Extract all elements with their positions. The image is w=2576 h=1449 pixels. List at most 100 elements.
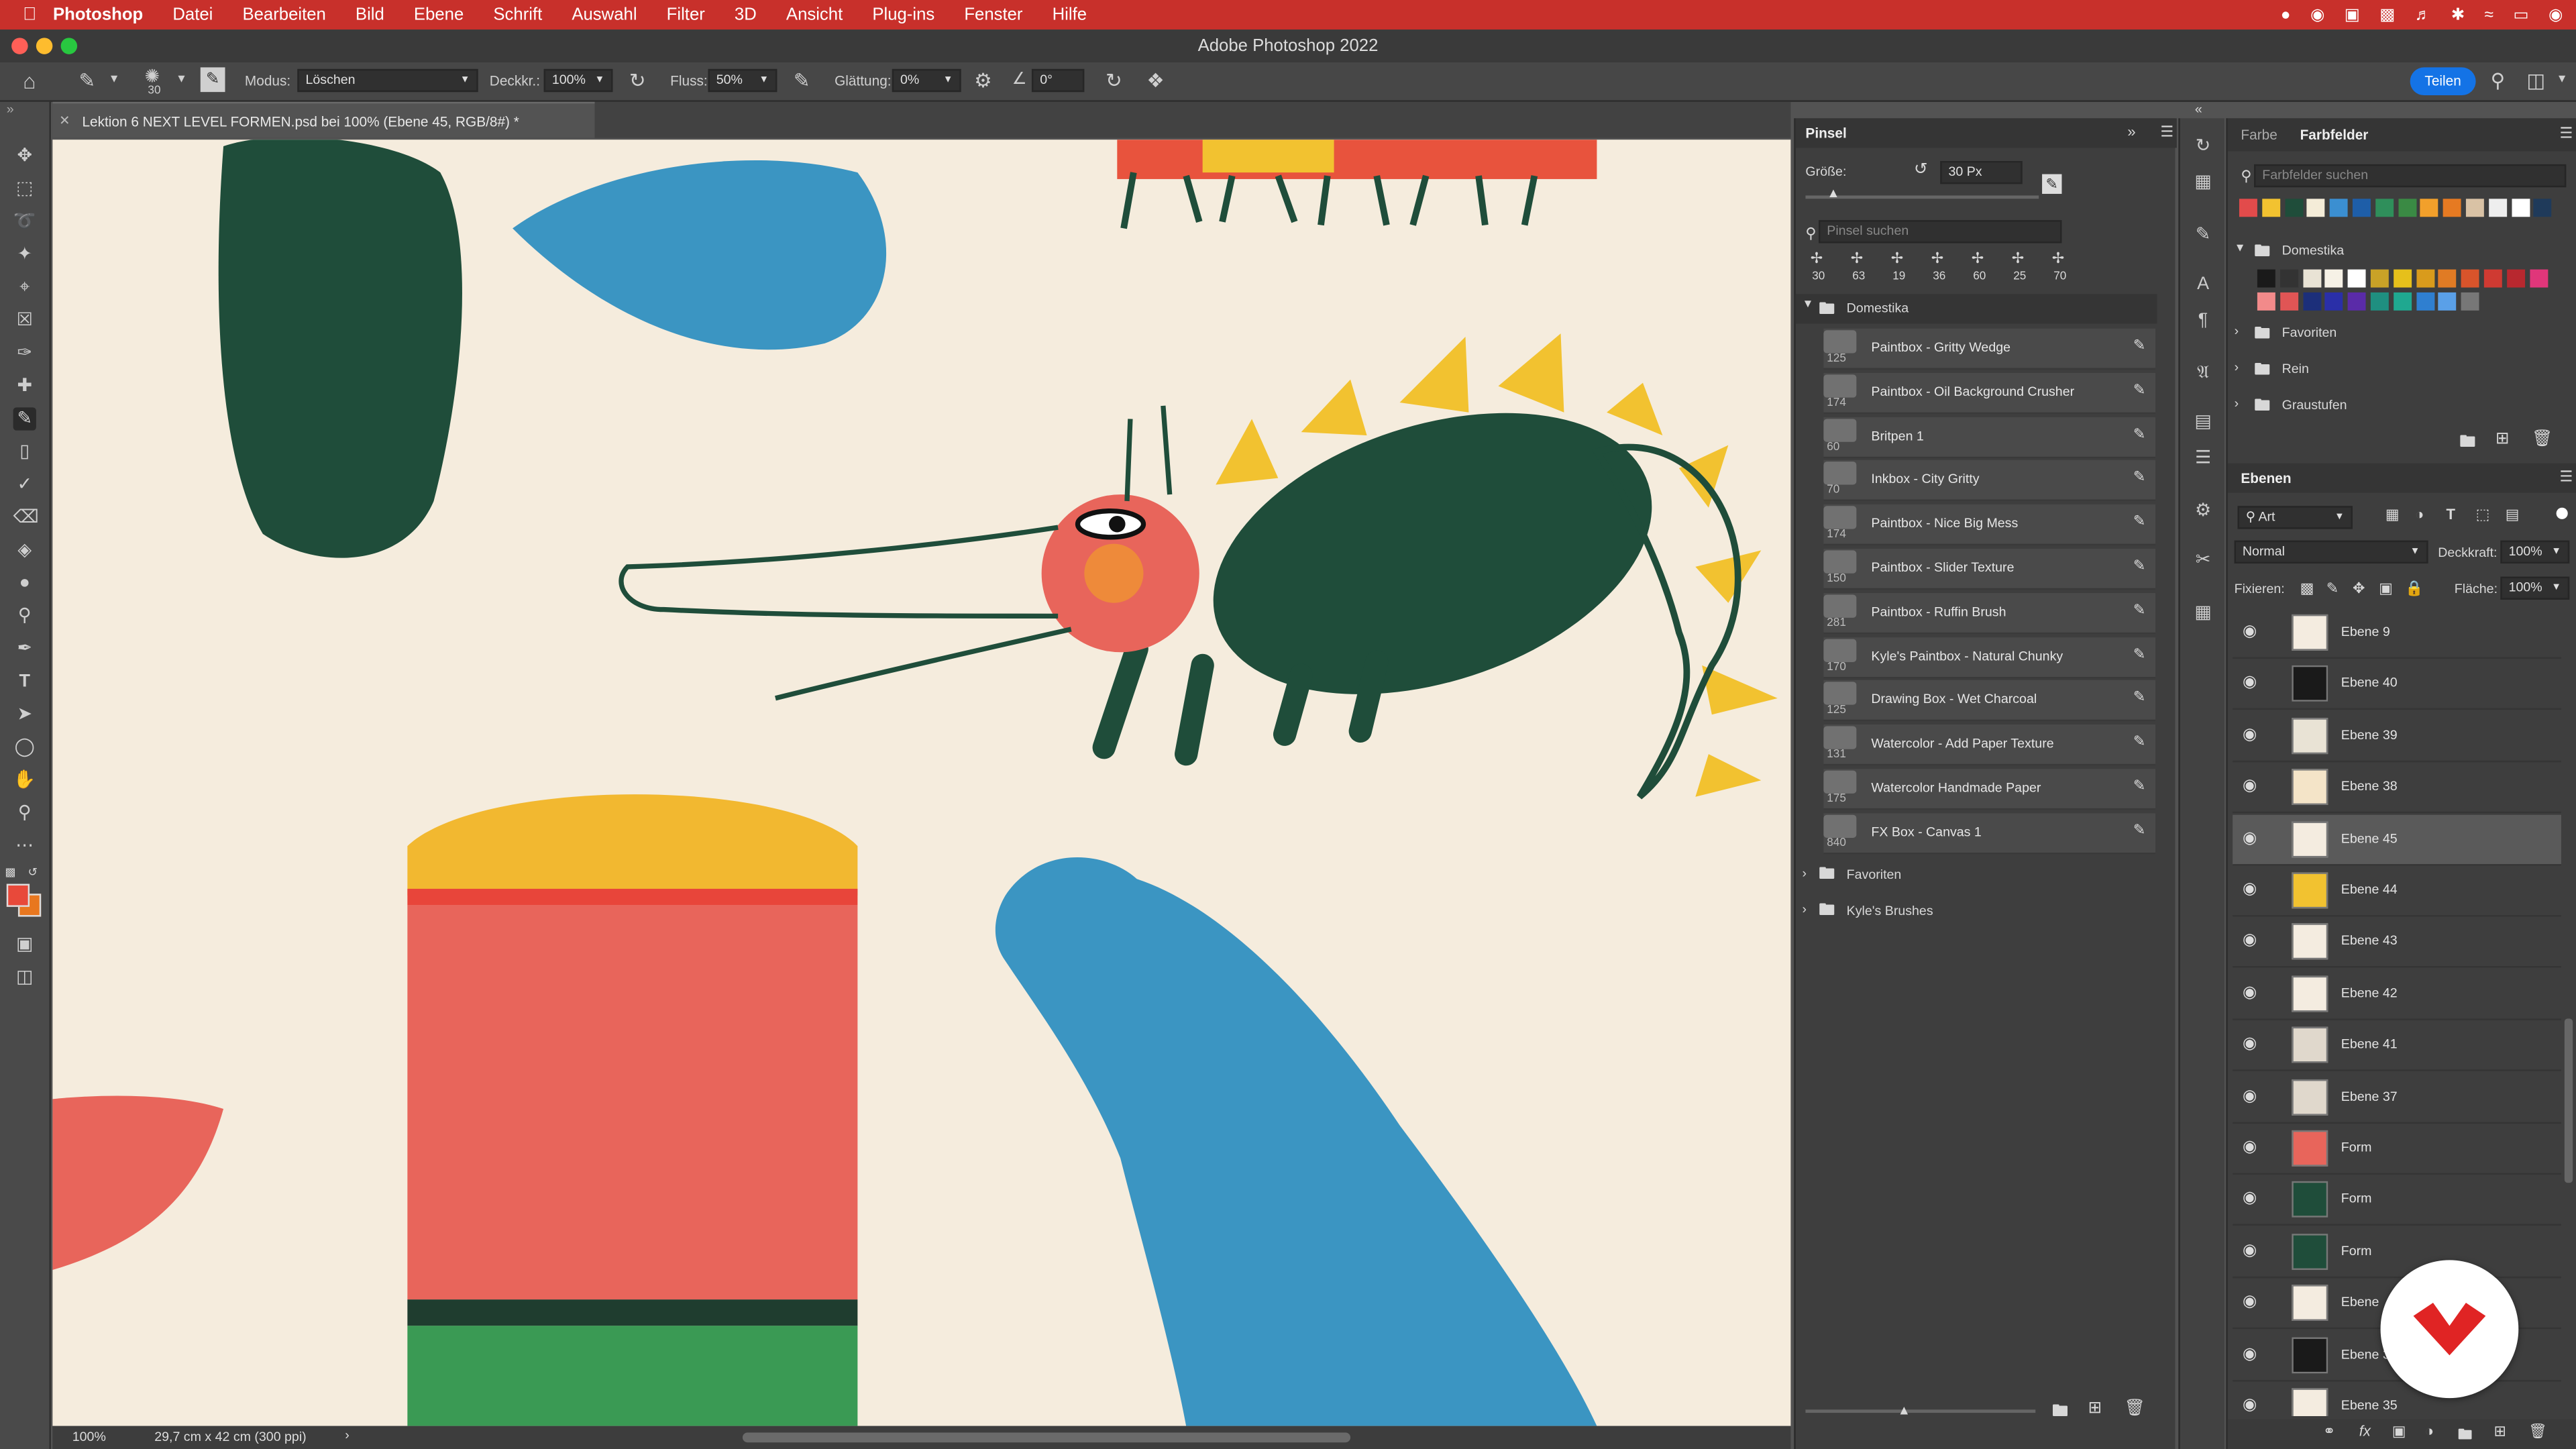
visibility-eye-icon[interactable]: ◉ xyxy=(2243,1397,2257,1415)
color-swatch[interactable] xyxy=(2284,199,2303,217)
color-swatch[interactable] xyxy=(2279,269,2298,288)
brush-edit-icon[interactable]: ✎ xyxy=(2133,381,2145,399)
recent-brush-preset[interactable]: ✢ 25 xyxy=(2006,250,2039,289)
size-field[interactable]: 30 Px xyxy=(1940,161,2023,184)
visibility-eye-icon[interactable]: ◉ xyxy=(2243,1345,2257,1363)
menu-item-hilfe[interactable]: Hilfe xyxy=(1053,5,1087,24)
new-group-icon[interactable]: 🖿 xyxy=(2459,431,2475,459)
eraser-tool-icon[interactable]: ⌫ xyxy=(13,506,39,529)
paragraph-icon[interactable]: ¶ xyxy=(2192,309,2214,331)
new-group-icon[interactable]: 🖿 xyxy=(2458,1423,2473,1449)
brush-edit-icon[interactable]: ✎ xyxy=(2133,425,2145,443)
visibility-eye-icon[interactable]: ◉ xyxy=(2243,1087,2257,1105)
swatch-group-favoriten[interactable]: › 🖿 Favoriten xyxy=(2235,322,2546,345)
brush-preset-row[interactable]: 150 Paintbox - Slider Texture ✎ xyxy=(1823,548,2156,590)
filter-type-icon[interactable]: T xyxy=(2447,506,2455,522)
color-swatch[interactable] xyxy=(2420,199,2439,217)
brush-edit-icon[interactable]: ✎ xyxy=(2133,469,2145,487)
lock-position-icon[interactable]: ✥ xyxy=(2353,580,2365,598)
layer-opacity-field[interactable]: 100% ▼ xyxy=(2500,540,2570,564)
wifi-icon[interactable]: ≈ xyxy=(2485,6,2493,24)
more-tools-icon[interactable]: ⋯ xyxy=(13,835,36,857)
add-mask-icon[interactable]: ▣ xyxy=(2392,1423,2406,1441)
frame-tool-icon[interactable]: ☒ xyxy=(13,309,36,331)
ellipse-tool-icon[interactable]: ◯ xyxy=(13,736,36,759)
color-swatch[interactable] xyxy=(2506,269,2525,288)
history-brush-tool-icon[interactable]: ✓ xyxy=(13,473,36,496)
panel-menu-icon[interactable]: ☰ xyxy=(2560,125,2573,143)
display-icon[interactable]: ▣ xyxy=(2345,6,2360,24)
brush-preset-row[interactable]: 131 Watercolor - Add Paper Texture ✎ xyxy=(1823,724,2156,766)
document-info[interactable]: 29,7 cm x 42 cm (300 ppi) xyxy=(154,1430,306,1444)
brush-tool-icon[interactable]: ✎ xyxy=(79,69,96,92)
battery-icon[interactable]: ▭ xyxy=(2513,6,2528,24)
workspace-icon[interactable]: ◫ xyxy=(2527,69,2546,92)
visibility-eye-icon[interactable]: ◉ xyxy=(2243,829,2257,847)
color-swatch[interactable] xyxy=(2302,292,2321,311)
expand-toolbar-icon[interactable]: » xyxy=(7,102,14,117)
menu-item-bearbeiten[interactable]: Bearbeiten xyxy=(242,5,325,24)
color-swatch[interactable] xyxy=(2370,292,2389,311)
paint-bucket-tool-icon[interactable]: ◈ xyxy=(13,539,36,561)
screen-mode-icon[interactable]: ◫ xyxy=(13,966,36,989)
color-swatch[interactable] xyxy=(2348,292,2366,311)
brush-edit-icon[interactable]: ✎ xyxy=(2133,645,2145,663)
filter-adjustment-icon[interactable]: ◑ xyxy=(2415,506,2424,522)
color-swatch[interactable] xyxy=(2398,199,2416,217)
recent-brush-preset[interactable]: ✢ 60 xyxy=(1966,250,1999,289)
filter-toggle[interactable] xyxy=(2556,507,2568,519)
folder-kyles-brushes[interactable]: › 🖿 Kyle's Brushes xyxy=(1796,894,2157,926)
brush-edit-icon[interactable]: ✎ xyxy=(2133,337,2145,355)
brush-preset-row[interactable]: 60 Britpen 1 ✎ xyxy=(1823,417,2156,458)
menu-item-bild[interactable]: Bild xyxy=(356,5,384,24)
color-swatch[interactable] xyxy=(2257,269,2275,288)
color-swatch[interactable] xyxy=(2375,199,2394,217)
thumbnail-size-slider[interactable] xyxy=(1805,1409,2036,1413)
tab-farbfelder[interactable]: Farbfelder xyxy=(2300,127,2369,143)
visibility-eye-icon[interactable]: ◉ xyxy=(2243,1190,2257,1208)
share-button[interactable]: Teilen xyxy=(2410,67,2476,96)
visibility-eye-icon[interactable]: ◉ xyxy=(2243,674,2257,692)
color-swatch[interactable] xyxy=(2261,199,2280,217)
brush-edit-icon[interactable]: ✎ xyxy=(2133,689,2145,707)
swatch-group-graustufen[interactable]: › 🖿 Graustufen xyxy=(2235,394,2546,417)
crop-tool-icon[interactable]: ⌖ xyxy=(13,276,36,299)
window-zoom-button[interactable] xyxy=(60,38,78,54)
recent-brush-preset[interactable]: ✢ 19 xyxy=(1886,250,1919,289)
brush-preset-icon[interactable]: ✺ xyxy=(145,66,160,87)
brush-preset-row[interactable]: 170 Kyle's Paintbox - Natural Chunky ✎ xyxy=(1823,637,2156,678)
lock-pixels-icon[interactable]: ✎ xyxy=(2326,580,2339,598)
brush-preset-row[interactable]: 125 Drawing Box - Wet Charcoal ✎ xyxy=(1823,680,2156,722)
brush-edit-icon[interactable]: ✎ xyxy=(2133,821,2145,839)
flow-field[interactable]: 50% ▼ xyxy=(708,68,777,93)
fill-field[interactable]: 100% ▼ xyxy=(2500,576,2570,600)
libraries-icon[interactable]: ▤ xyxy=(2192,411,2214,433)
brush-preset-row[interactable]: 840 FX Box - Canvas 1 ✎ xyxy=(1823,812,2156,854)
menu-item-ebene[interactable]: Ebene xyxy=(414,5,464,24)
chevron-right-icon[interactable]: › xyxy=(2235,323,2239,338)
thumbnail-slider-handle[interactable]: ▲ xyxy=(1898,1403,1911,1417)
gear-icon[interactable]: ⚙ xyxy=(974,69,991,92)
navigator-icon[interactable]: ▦ xyxy=(2192,171,2214,194)
color-swatch[interactable] xyxy=(2325,292,2344,311)
color-swatch[interactable] xyxy=(2534,199,2553,217)
new-swatch-icon[interactable]: ⊞ xyxy=(2496,431,2510,449)
folder-domestika[interactable]: ▼ 🖿 Domestika xyxy=(1795,294,2157,324)
chevron-down-icon[interactable]: ▼ xyxy=(2557,74,2568,85)
brush-edit-icon[interactable]: ✎ xyxy=(2133,601,2145,619)
color-swatch[interactable] xyxy=(2416,292,2434,311)
creative-cloud-icon[interactable]: ● xyxy=(2281,6,2291,24)
magic-wand-tool-icon[interactable]: ✦ xyxy=(13,243,36,266)
brush-edit-icon[interactable]: ✎ xyxy=(2133,777,2145,795)
history-icon[interactable]: ↻ xyxy=(2192,135,2214,158)
chevron-right-icon[interactable]: › xyxy=(1803,866,1807,881)
layer-row[interactable]: ◉ Ebene 41 xyxy=(2233,1020,2561,1072)
search-icon[interactable]: ⚲ xyxy=(2491,69,2506,92)
healing-brush-tool-icon[interactable]: ✚ xyxy=(13,374,36,397)
brush-edit-icon[interactable]: ✎ xyxy=(2133,557,2145,575)
color-swatch[interactable] xyxy=(2302,269,2321,288)
new-folder-icon[interactable]: 🖿 xyxy=(2052,1400,2068,1428)
brush-tool-icon[interactable]: ✎ xyxy=(13,407,36,431)
menu-item-photoshop[interactable]: Photoshop xyxy=(53,5,143,24)
hand-tool-icon[interactable]: ✋ xyxy=(13,769,36,792)
